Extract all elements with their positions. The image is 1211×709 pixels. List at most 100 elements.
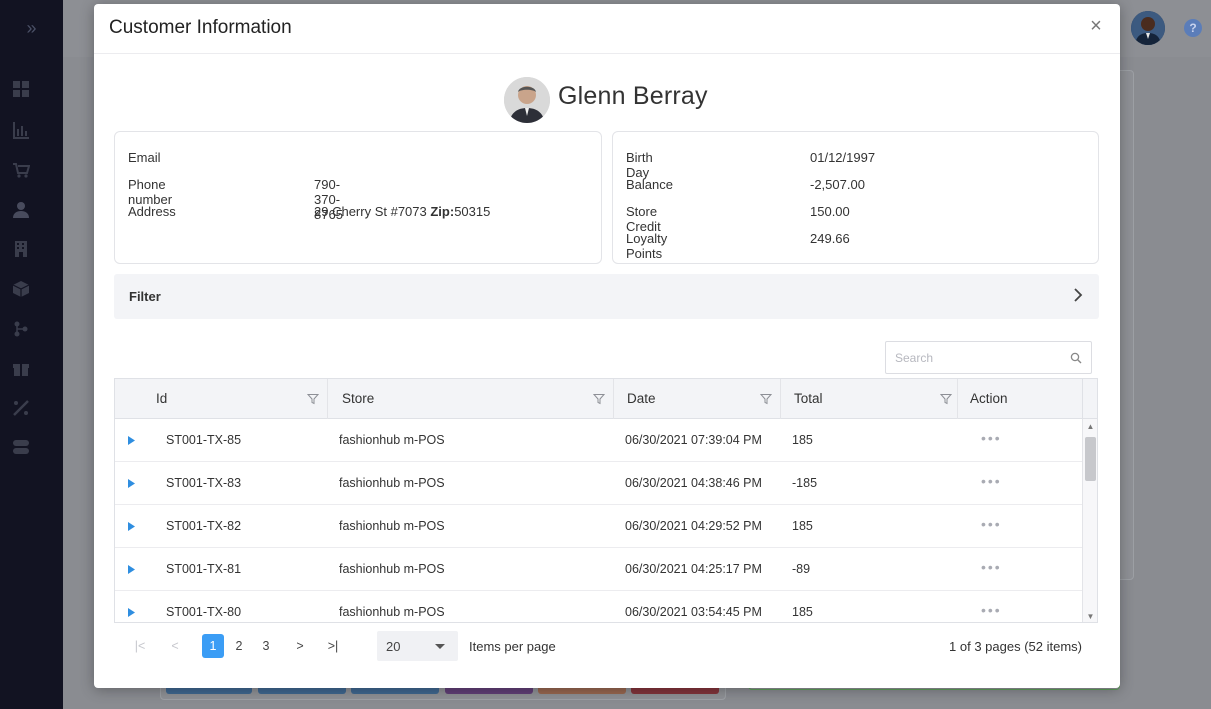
table-row[interactable]: ST001-TX-80 fashionhub m-POS 06/30/2021 …: [115, 591, 1084, 622]
filter-panel-toggle[interactable]: Filter: [114, 274, 1099, 319]
column-header-store[interactable]: Store: [327, 379, 613, 419]
filter-funnel-icon[interactable]: [307, 393, 319, 405]
next-page-button[interactable]: >: [288, 634, 312, 658]
filter-funnel-icon[interactable]: [593, 393, 605, 405]
row-actions-icon[interactable]: •••: [981, 473, 1005, 491]
modal-title: Customer Information: [109, 17, 292, 38]
cell-id: ST001-TX-83: [166, 476, 242, 490]
column-header-id[interactable]: Id: [115, 379, 327, 419]
table-row[interactable]: ST001-TX-82 fashionhub m-POS 06/30/2021 …: [115, 505, 1084, 548]
filter-funnel-icon[interactable]: [760, 393, 772, 405]
page-button-2[interactable]: 2: [227, 634, 251, 658]
cell-store: fashionhub m-POS: [339, 519, 445, 533]
last-page-button[interactable]: >|: [321, 634, 345, 658]
left-rail: »: [0, 0, 63, 709]
rail-expand-icon[interactable]: »: [0, 0, 63, 57]
search-input[interactable]: [895, 350, 1065, 366]
filter-funnel-icon[interactable]: [940, 393, 952, 405]
cell-total: -185: [792, 476, 818, 490]
loyalty-points-value: 249.66: [810, 231, 850, 246]
close-icon[interactable]: ×: [1086, 16, 1106, 36]
cell-total: 185: [792, 605, 813, 619]
column-title: Date: [627, 391, 656, 406]
cell-id: ST001-TX-80: [166, 605, 242, 619]
dashboard-icon[interactable]: [12, 80, 30, 98]
cell-total: -89: [792, 562, 811, 576]
expand-caret-icon[interactable]: [128, 565, 135, 574]
cell-date: 06/30/2021 04:38:46 PM: [625, 476, 762, 490]
row-actions-icon[interactable]: •••: [981, 602, 1005, 620]
table-row[interactable]: ST001-TX-85 fashionhub m-POS 06/30/2021 …: [115, 419, 1084, 462]
contact-info-card: Email Phone number 790-370-8765 Address …: [114, 131, 602, 264]
cell-store: fashionhub m-POS: [339, 562, 445, 576]
column-title: Action: [970, 391, 1008, 406]
column-title: Id: [156, 391, 168, 406]
chevron-right-icon: [1074, 288, 1083, 302]
scroll-down-icon[interactable]: ▼: [1083, 612, 1097, 622]
grid-scrollbar[interactable]: ▲ ▼: [1082, 419, 1097, 622]
row-actions-icon[interactable]: •••: [981, 559, 1005, 577]
transactions-grid: Id Store Date Total Action ST001-TX-85 f…: [114, 378, 1098, 623]
loyalty-points-label: Loyalty Points: [626, 231, 668, 261]
table-row[interactable]: ST001-TX-81 fashionhub m-POS 06/30/2021 …: [115, 548, 1084, 591]
address-street: 29 Cherry St #7073: [314, 204, 427, 219]
customer-info-modal: Customer Information × Glenn Berray Emai…: [94, 4, 1120, 688]
table-row[interactable]: ST001-TX-83 fashionhub m-POS 06/30/2021 …: [115, 462, 1084, 505]
column-header-total[interactable]: Total: [780, 379, 957, 419]
hierarchy-icon[interactable]: [12, 320, 30, 338]
store-credit-label: Store Credit: [626, 204, 661, 234]
search-box: [885, 341, 1092, 374]
row-actions-icon[interactable]: •••: [981, 430, 1005, 448]
cell-id: ST001-TX-82: [166, 519, 242, 533]
prev-page-button[interactable]: <: [163, 634, 187, 658]
gift-icon[interactable]: [12, 359, 30, 377]
page-size-select[interactable]: 20: [377, 631, 458, 661]
column-header-date[interactable]: Date: [613, 379, 780, 419]
cell-store: fashionhub m-POS: [339, 476, 445, 490]
cell-date: 06/30/2021 04:25:17 PM: [625, 562, 762, 576]
toggle-icon[interactable]: [12, 438, 30, 456]
pager: |< < 1 2 3 > >| 20 Items per page 1 of 3…: [114, 626, 1098, 666]
box-icon[interactable]: [12, 280, 30, 298]
page-button-3[interactable]: 3: [254, 634, 278, 658]
row-actions-icon[interactable]: •••: [981, 516, 1005, 534]
help-icon[interactable]: ?: [1184, 19, 1202, 37]
tag-icon[interactable]: [12, 399, 30, 417]
user-icon[interactable]: [12, 201, 30, 219]
store-credit-value: 150.00: [810, 204, 850, 219]
customer-avatar: [504, 77, 550, 123]
expand-caret-icon[interactable]: [128, 479, 135, 488]
building-icon[interactable]: [12, 240, 30, 258]
column-header-action: Action: [957, 379, 1084, 419]
address-value: 29 Cherry St #7073 Zip:50315: [314, 204, 490, 219]
scroll-thumb[interactable]: [1085, 437, 1096, 481]
cell-store: fashionhub m-POS: [339, 433, 445, 447]
customer-profile: Glenn Berray: [94, 77, 1120, 127]
phone-label: Phone number: [128, 177, 173, 207]
chart-icon[interactable]: [12, 121, 30, 139]
expand-caret-icon[interactable]: [128, 436, 135, 445]
zip-value: 50315: [454, 204, 491, 219]
grid-header-corner: [1082, 379, 1097, 419]
first-page-button[interactable]: |<: [128, 634, 152, 658]
expand-caret-icon[interactable]: [128, 608, 135, 617]
page-button-1[interactable]: 1: [202, 634, 224, 658]
address-label: Address: [128, 204, 176, 219]
cell-date: 06/30/2021 03:54:45 PM: [625, 605, 762, 619]
cell-store: fashionhub m-POS: [339, 605, 445, 619]
grid-header: Id Store Date Total Action: [115, 379, 1084, 419]
expand-caret-icon[interactable]: [128, 522, 135, 531]
account-info-card: Birth Day 01/12/1997 Balance -2,507.00 S…: [612, 131, 1099, 264]
cell-id: ST001-TX-85: [166, 433, 242, 447]
cell-total: 185: [792, 519, 813, 533]
birthday-label: Birth Day: [626, 150, 653, 180]
email-label: Email: [128, 150, 161, 165]
cart-icon[interactable]: [12, 161, 30, 179]
zip-label: Zip:: [430, 204, 455, 219]
cell-date: 06/30/2021 07:39:04 PM: [625, 433, 762, 447]
search-icon[interactable]: [1070, 352, 1082, 364]
balance-value: -2,507.00: [810, 177, 865, 192]
modal-header: Customer Information ×: [94, 4, 1120, 54]
scroll-up-icon[interactable]: ▲: [1083, 422, 1097, 432]
user-avatar[interactable]: [1131, 11, 1165, 45]
